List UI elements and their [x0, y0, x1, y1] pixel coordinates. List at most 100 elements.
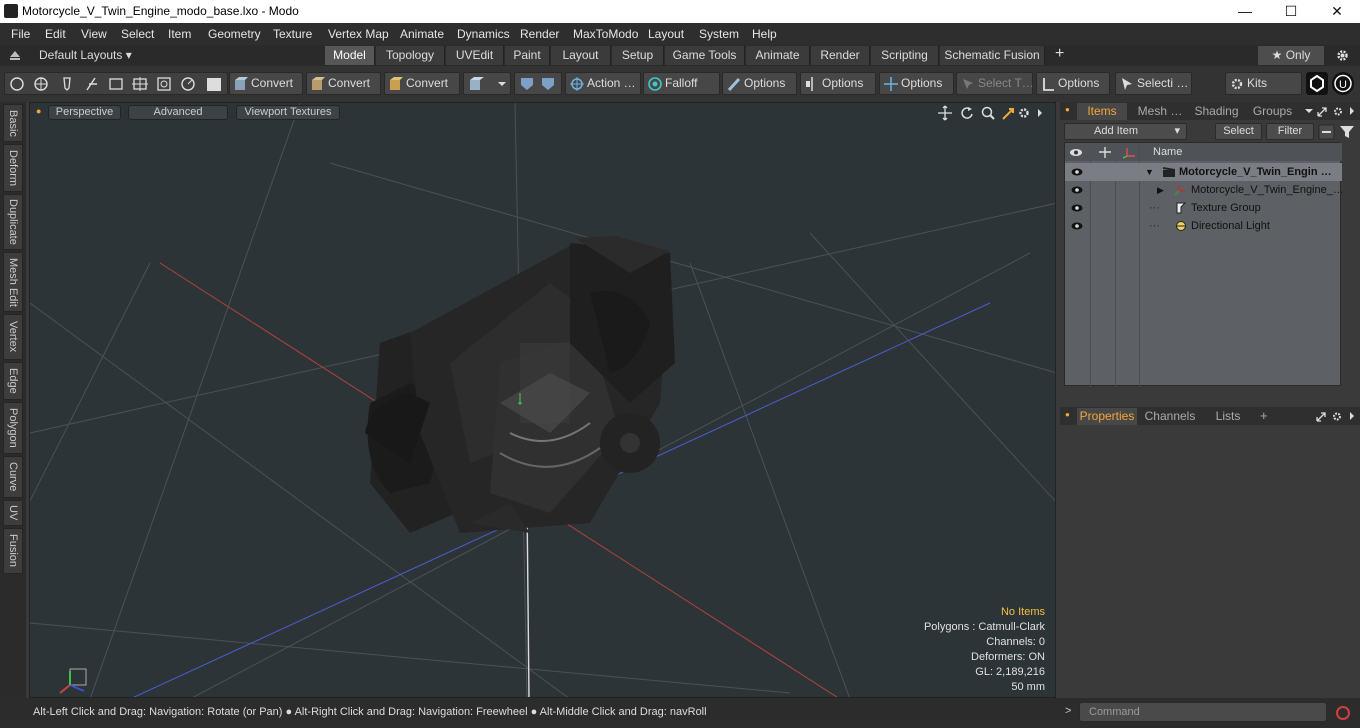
tab-properties[interactable]: Properties	[1077, 408, 1137, 425]
advanced-button[interactable]: Advanced	[128, 105, 228, 120]
panel-controls-icons[interactable]	[1304, 105, 1358, 118]
tree-row-scene[interactable]: ▼ Motorcycle_V_Twin_Engin …	[1065, 163, 1342, 181]
menu-vertex-map[interactable]: Vertex Map	[328, 27, 389, 41]
layout-selector[interactable]: Default Layouts ▾	[39, 48, 132, 62]
motorcycle-engine-model[interactable]	[365, 236, 675, 533]
vtab-basic[interactable]: Basic	[3, 104, 23, 142]
unreal-icon[interactable]: U	[1332, 72, 1354, 95]
add-tab-button[interactable]: +	[1055, 45, 1064, 63]
tab-shading[interactable]: Shading	[1193, 103, 1240, 120]
tab-groups[interactable]: Groups	[1245, 103, 1300, 120]
tab-setup[interactable]: Setup	[612, 46, 664, 65]
tab-paint[interactable]: Paint	[505, 46, 550, 65]
panel-controls-icons[interactable]	[1316, 410, 1358, 423]
eye-icon[interactable]	[1071, 202, 1083, 214]
expand-right-icon[interactable]: ▶	[1157, 181, 1164, 199]
menu-edit[interactable]: Edit	[45, 27, 66, 41]
vtab-fusion[interactable]: Fusion	[3, 528, 23, 574]
tab-animate[interactable]: Animate	[746, 46, 810, 65]
convert-button-3[interactable]: Convert	[384, 72, 460, 95]
vtab-duplicate[interactable]: Duplicate	[3, 194, 23, 250]
options-button-4[interactable]: Options	[1036, 72, 1110, 95]
menu-dynamics[interactable]: Dynamics	[457, 27, 510, 41]
eye-icon[interactable]	[1071, 184, 1083, 196]
vtab-deform[interactable]: Deform	[3, 144, 23, 192]
tab-lists[interactable]: Lists	[1206, 408, 1250, 425]
tab-mesh[interactable]: Mesh …	[1130, 103, 1190, 120]
options-button-3[interactable]: Options	[879, 72, 954, 95]
menu-texture[interactable]: Texture	[273, 27, 312, 41]
select-through-button[interactable]: Select T…	[956, 72, 1034, 95]
layout-up-icon[interactable]	[9, 50, 21, 61]
add-tab-button[interactable]: +	[1260, 408, 1268, 423]
maximize-button[interactable]: ☐	[1268, 0, 1314, 23]
tab-render[interactable]: Render	[811, 46, 870, 65]
vtab-vertex[interactable]: Vertex	[3, 314, 23, 360]
vtab-uv[interactable]: UV	[3, 500, 23, 526]
menu-geometry[interactable]: Geometry	[208, 27, 261, 41]
select-button[interactable]: Select	[1215, 123, 1262, 140]
tab-schematic-fusion[interactable]: Schematic Fusion	[940, 46, 1045, 65]
convert-button-1[interactable]: Convert	[229, 72, 303, 95]
selection-mode-icons[interactable]	[9, 76, 225, 92]
panel-menu-dot[interactable]: ●	[1065, 105, 1070, 114]
viewport-nav-icons[interactable]	[938, 105, 1048, 121]
unity-icon[interactable]	[1306, 72, 1328, 95]
viewport-menu-dot[interactable]: ●	[36, 106, 41, 116]
tab-game-tools[interactable]: Game Tools	[665, 46, 745, 65]
expand-down-icon[interactable]: ▼	[1145, 163, 1154, 181]
vtab-edge[interactable]: Edge	[3, 362, 23, 400]
menu-layout[interactable]: Layout	[648, 27, 684, 41]
tab-layout[interactable]: Layout	[551, 46, 611, 65]
close-button[interactable]: ✕	[1314, 0, 1360, 23]
record-icon[interactable]	[1333, 703, 1353, 723]
menu-maxtomodo[interactable]: MaxToModo	[573, 27, 638, 41]
tree-row-texture-group[interactable]: ⋯ Texture Group	[1065, 199, 1342, 217]
only-toggle[interactable]: ★ Only	[1258, 46, 1324, 65]
convert-button-2[interactable]: Convert	[306, 72, 381, 95]
viewport-textures-button[interactable]: Viewport Textures	[236, 105, 340, 120]
vtab-curve[interactable]: Curve	[3, 456, 23, 498]
vtab-polygon[interactable]: Polygon	[3, 402, 23, 454]
add-item-dropdown[interactable]: Add Item ▾	[1064, 123, 1187, 140]
options-button-2[interactable]: Options	[800, 72, 876, 95]
menu-system[interactable]: System	[699, 27, 739, 41]
item-dropdown[interactable]	[463, 72, 511, 95]
filter-options-icons[interactable]	[1318, 124, 1358, 140]
vtab-mesh-edit[interactable]: Mesh Edit	[3, 252, 23, 312]
focal-length-info: 50 mm	[1011, 681, 1045, 693]
menu-select[interactable]: Select	[121, 27, 154, 41]
menu-item[interactable]: Item	[168, 27, 191, 41]
tab-uvedit[interactable]: UVEdit	[446, 46, 504, 65]
menu-render[interactable]: Render	[520, 27, 559, 41]
tab-items[interactable]: Items	[1077, 103, 1127, 120]
eye-icon[interactable]	[1071, 220, 1083, 232]
kits-button[interactable]: Kits	[1225, 72, 1302, 95]
menu-help[interactable]: Help	[752, 27, 777, 41]
command-input[interactable]: Command	[1079, 702, 1327, 722]
items-scrollbar[interactable]	[1342, 142, 1356, 386]
selection-mode-group	[4, 72, 228, 95]
menu-animate[interactable]: Animate	[400, 27, 444, 41]
menu-file[interactable]: File	[11, 27, 30, 41]
menu-view[interactable]: View	[81, 27, 107, 41]
tab-topology[interactable]: Topology	[376, 46, 445, 65]
minimize-button[interactable]: —	[1222, 0, 1268, 23]
action-center-button[interactable]: Action …	[565, 72, 641, 95]
panel-menu-dot[interactable]: ●	[1065, 410, 1070, 419]
tab-scripting[interactable]: Scripting	[871, 46, 939, 65]
eye-icon[interactable]	[1071, 166, 1083, 178]
options-button-1[interactable]: Options	[722, 72, 797, 95]
column-header-icons[interactable]	[1069, 146, 1139, 159]
filter-button[interactable]: Filter	[1266, 123, 1314, 140]
perspective-button[interactable]: Perspective	[48, 105, 121, 120]
gear-icon[interactable]	[1336, 49, 1349, 62]
selection-sets-button[interactable]: Selecti …	[1115, 72, 1192, 95]
snapping-group[interactable]	[514, 72, 562, 95]
falloff-button[interactable]: Falloff	[643, 72, 720, 95]
3d-viewport[interactable]: ● Perspective Advanced Viewport Textures…	[29, 102, 1056, 698]
tab-channels[interactable]: Channels	[1142, 408, 1198, 425]
tab-model[interactable]: Model	[325, 46, 375, 65]
tree-row-mesh[interactable]: ▶ Motorcycle_V_Twin_Engine_…	[1065, 181, 1344, 199]
tree-row-directional-light[interactable]: ⋯ Directional Light	[1065, 217, 1342, 235]
